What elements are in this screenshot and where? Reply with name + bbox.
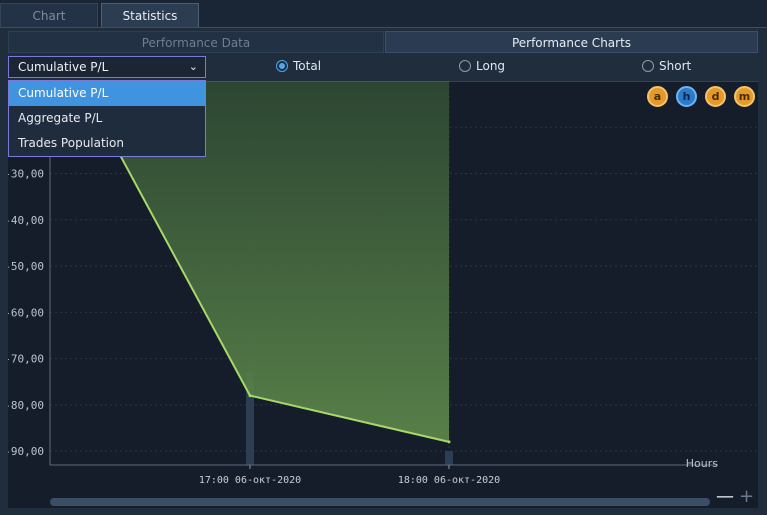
top-tab-bar: Chart Statistics [0,0,767,28]
dropdown-option-aggregate-pl[interactable]: Aggregate P/L [9,106,205,131]
dropdown-option-cumulative-pl[interactable]: Cumulative P/L [9,81,205,106]
y-tick-label: -60,00 [8,306,44,319]
x-axis-label: Hours [686,457,718,470]
m-icon[interactable]: m [734,86,755,107]
dropdown-list: Cumulative P/L Aggregate P/L Trades Popu… [8,80,206,157]
zoom-out-icon[interactable]: — [716,488,734,506]
tab-performance-data[interactable]: Performance Data [8,31,384,53]
data-point [447,440,451,444]
tab-chart[interactable]: Chart [0,3,98,27]
x-tick-label: 17:00 06-окт-2020 [199,475,301,486]
radio-short[interactable]: Short [642,59,691,73]
dropdown-option-trades-population[interactable]: Trades Population [9,131,205,156]
dropdown-selected-label: Cumulative P/L [18,60,109,74]
tab-performance-charts[interactable]: Performance Charts [385,31,758,53]
radio-dot [642,60,654,72]
radio-dot [459,60,471,72]
sub-tab-bar: Performance Data Performance Charts [8,31,758,53]
y-tick-label: -70,00 [8,353,44,366]
d-icon[interactable]: d [705,86,726,107]
x-tick-label: 18:00 06-окт-2020 [398,475,500,486]
horizontal-scrollbar[interactable] [50,498,710,506]
y-tick-label: -30,00 [8,168,44,181]
y-tick-label: -40,00 [8,214,44,227]
y-tick-label: -80,00 [8,399,44,412]
radio-total[interactable]: Total [276,59,321,73]
tab-statistics[interactable]: Statistics [101,3,199,27]
data-point [248,394,252,398]
y-tick-label: -90,00 [8,445,44,458]
radio-dot [276,60,288,72]
h-icon[interactable]: h [676,86,697,107]
radio-long[interactable]: Long [459,59,505,73]
volume-bar [445,451,453,465]
dropdown-selected[interactable]: Cumulative P/L ⌄ [8,56,206,78]
chart-type-dropdown[interactable]: Cumulative P/L ⌄ Cumulative P/L Aggregat… [8,56,206,157]
zoom-in-icon[interactable]: + [739,488,754,506]
chart-icon-group: a h d m [647,86,755,107]
radio-label: Total [293,59,322,73]
y-tick-label: -50,00 [8,260,44,273]
chevron-down-icon: ⌄ [188,60,198,73]
a-icon[interactable]: a [647,86,668,107]
radio-label: Long [476,59,506,73]
radio-label: Short [659,59,692,73]
